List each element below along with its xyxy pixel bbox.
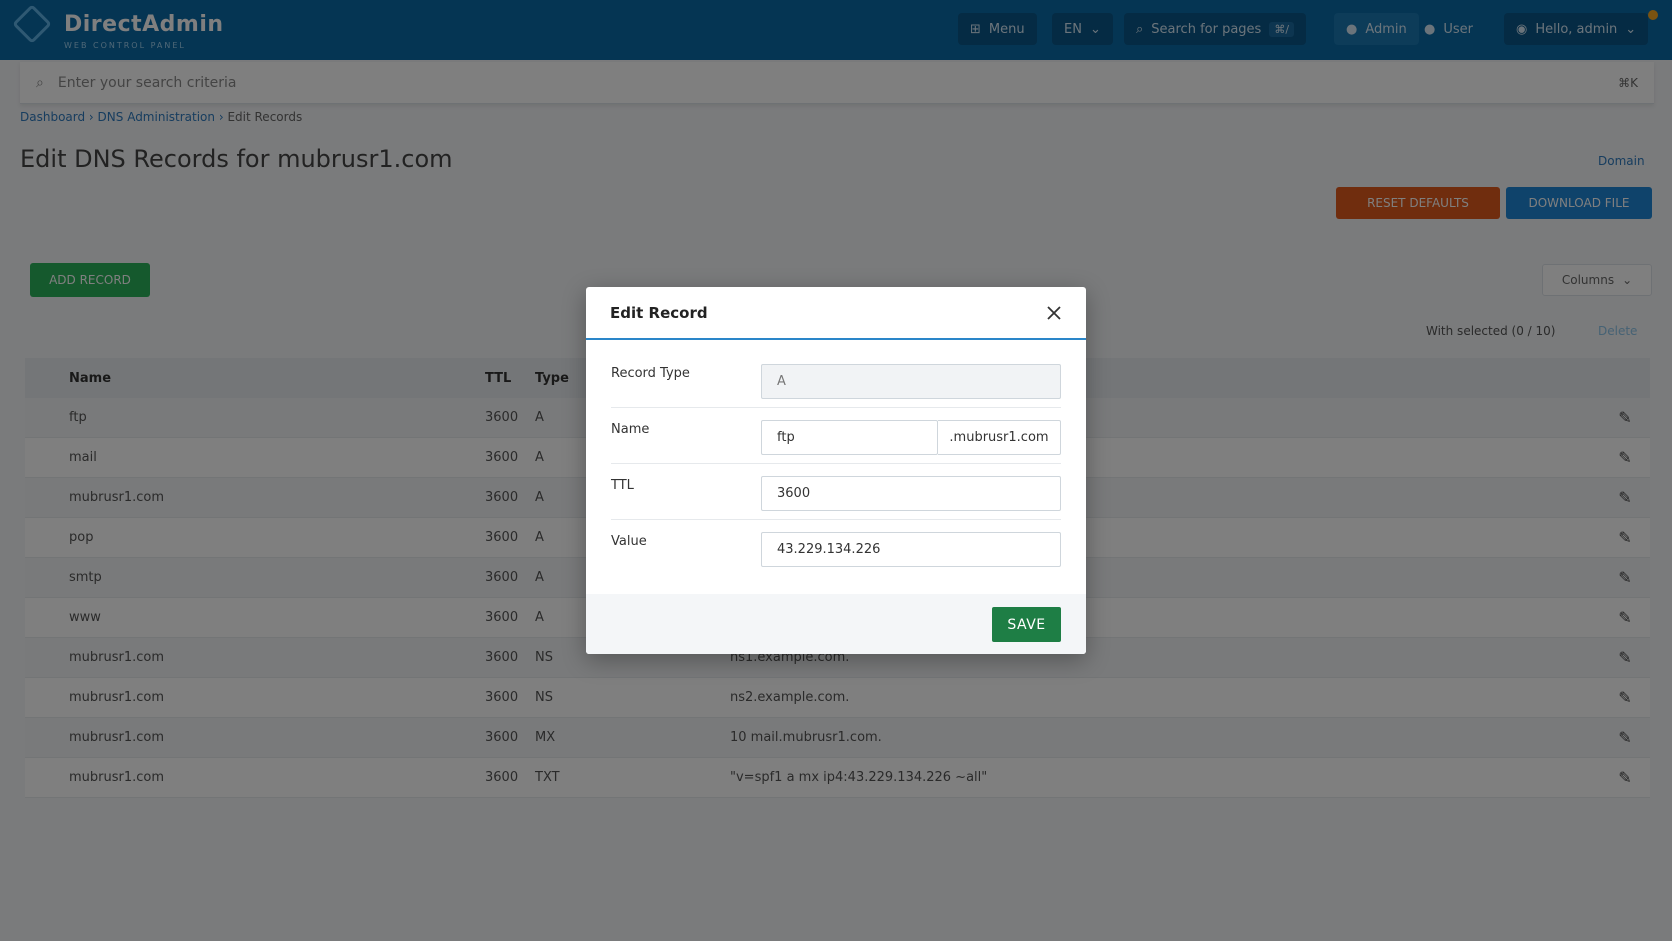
name-label: Name	[611, 422, 650, 437]
name-row: Name .mubrusr1.com	[611, 408, 1061, 464]
dialog-title: Edit Record	[610, 303, 708, 322]
save-button[interactable]: SAVE	[992, 607, 1061, 642]
ttl-label: TTL	[611, 478, 634, 493]
edit-record-dialog: Edit Record Record Type Name .mubrusr1.c…	[586, 287, 1086, 654]
ttl-field[interactable]	[761, 476, 1061, 511]
record-type-label: Record Type	[611, 366, 690, 381]
value-field[interactable]	[761, 532, 1061, 567]
record-type-row: Record Type	[611, 352, 1061, 408]
record-type-field	[761, 364, 1061, 399]
close-icon[interactable]	[1044, 303, 1064, 323]
value-label: Value	[611, 534, 647, 549]
name-field[interactable]	[761, 420, 938, 455]
domain-suffix: .mubrusr1.com	[938, 420, 1061, 455]
dialog-body: Record Type Name .mubrusr1.com TTL Value	[586, 340, 1086, 576]
ttl-row: TTL	[611, 464, 1061, 520]
value-row: Value	[611, 520, 1061, 576]
dialog-footer: SAVE	[586, 594, 1086, 654]
dialog-header: Edit Record	[586, 287, 1086, 340]
